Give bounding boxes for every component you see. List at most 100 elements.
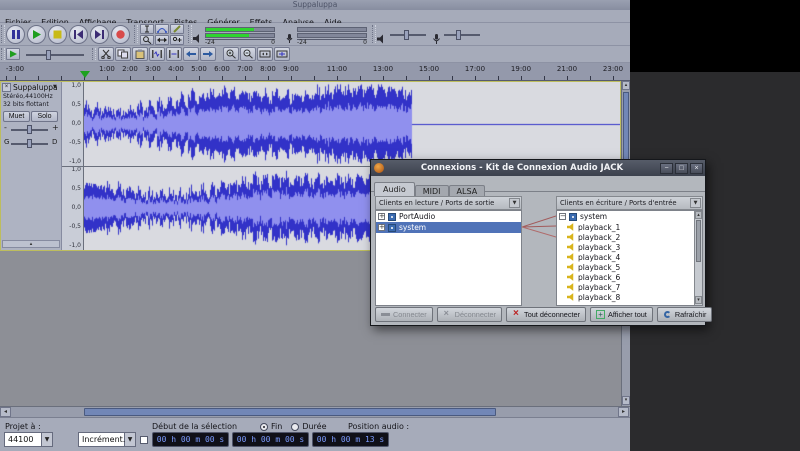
zoom-out-button[interactable]: [240, 47, 256, 61]
horizontal-scrollbar[interactable]: ◂ ▸: [0, 406, 630, 417]
playback-speed-slider[interactable]: [26, 54, 84, 56]
scrollbar-thumb[interactable]: [696, 220, 701, 262]
playback-meter[interactable]: -24 0: [193, 25, 277, 45]
port-row-playback_3[interactable]: playback_3: [557, 242, 702, 252]
input-volume-thumb[interactable]: [456, 30, 461, 40]
tab-audio[interactable]: Audio: [374, 182, 415, 196]
copy-button[interactable]: [115, 47, 131, 61]
chevron-down-icon[interactable]: ▼: [690, 198, 701, 208]
fit-selection-button[interactable]: [257, 47, 273, 61]
jack-titlebar[interactable]: Connexions - Kit de Connexion Audio JACK…: [371, 160, 705, 176]
port-row-playback_4[interactable]: playback_4: [557, 252, 702, 262]
expander-icon[interactable]: +: [378, 224, 385, 231]
track-name[interactable]: Suppaluppa: [13, 83, 58, 92]
selection-end-field[interactable]: 00 h 00 m 00 s: [232, 432, 309, 447]
amplitude-label: 1,0: [62, 166, 81, 174]
time-shift-tool-button[interactable]: [155, 35, 169, 45]
toolbar-grip[interactable]: [92, 48, 96, 60]
scroll-right-button[interactable]: ▸: [618, 407, 629, 417]
radio-fin[interactable]: Fin: [260, 422, 282, 431]
readable-clients-list[interactable]: +PortAudio+system: [375, 210, 522, 306]
show-all-button[interactable]: Afficher tout: [590, 307, 653, 322]
scroll-down-button[interactable]: ▾: [695, 296, 702, 304]
toolbar-grip[interactable]: [134, 25, 138, 43]
recording-meter[interactable]: -24 0: [285, 25, 369, 45]
redo-button[interactable]: [200, 47, 216, 61]
expander-icon[interactable]: −: [559, 213, 566, 220]
track-close-button[interactable]: ×: [2, 83, 11, 92]
horizontal-scrollbar-thumb[interactable]: [84, 408, 496, 416]
solo-button[interactable]: Solo: [31, 111, 58, 122]
toolbar-grip[interactable]: [188, 25, 192, 43]
expander-icon[interactable]: +: [378, 213, 385, 220]
mute-button[interactable]: Muet: [3, 111, 30, 122]
record-button[interactable]: [111, 25, 130, 44]
selection-start-field[interactable]: 00 h 00 m 00 s: [152, 432, 229, 447]
port-row-playback_1[interactable]: playback_1: [557, 222, 702, 232]
snap-to-select[interactable]: Incrément... ▼: [78, 432, 136, 447]
close-button[interactable]: ×: [690, 163, 703, 174]
scroll-left-button[interactable]: ◂: [0, 407, 11, 417]
scroll-up-button[interactable]: ▴: [695, 211, 702, 219]
port-row-playback_5[interactable]: playback_5: [557, 262, 702, 272]
ruler-label: 15:00: [419, 65, 439, 73]
zoom-tool-button[interactable]: [140, 35, 154, 45]
disconnect-all-button[interactable]: Tout déconnecter: [506, 307, 586, 322]
draw-tool-button[interactable]: [170, 24, 184, 34]
multi-tool-button[interactable]: [170, 35, 184, 45]
ruler-label: 11:00: [327, 65, 347, 73]
scroll-up-button[interactable]: ▴: [622, 81, 630, 90]
skip-to-end-button[interactable]: [90, 25, 109, 44]
input-volume-slider[interactable]: [444, 34, 480, 36]
writable-clients-list[interactable]: −systemplayback_1playback_2playback_3pla…: [556, 210, 703, 306]
port-row-playback_8[interactable]: playback_8: [557, 292, 702, 302]
skip-to-start-button[interactable]: [69, 25, 88, 44]
paste-button[interactable]: [132, 47, 148, 61]
play-button[interactable]: [27, 25, 46, 44]
playback-speed-thumb[interactable]: [46, 50, 51, 60]
pause-button[interactable]: [6, 25, 25, 44]
chevron-down-icon[interactable]: ▼: [509, 198, 520, 208]
track-menu-arrow-icon[interactable]: ▼: [53, 84, 57, 90]
timeline-ruler[interactable]: -3:001:002:003:004:005:006:007:008:009:0…: [0, 63, 630, 81]
connect-button[interactable]: Connecter: [375, 307, 433, 322]
port-row-playback_7[interactable]: playback_7: [557, 282, 702, 292]
client-row-system[interactable]: +system: [376, 222, 521, 233]
audio-position-field[interactable]: 00 h 00 m 13 s: [312, 432, 389, 447]
output-volume-thumb[interactable]: [404, 30, 409, 40]
stop-button[interactable]: [48, 25, 67, 44]
toolbar-grip[interactable]: [1, 25, 5, 43]
play-at-speed-button[interactable]: [6, 48, 20, 60]
writable-list-scrollbar[interactable]: ▴ ▾: [694, 211, 702, 305]
project-rate-select[interactable]: 44100 ▼: [4, 432, 53, 447]
port-row-playback_2[interactable]: playback_2: [557, 232, 702, 242]
playhead-indicator[interactable]: [80, 71, 90, 78]
client-row-portaudio[interactable]: +PortAudio: [376, 211, 521, 222]
selection-tool-button[interactable]: [140, 24, 154, 34]
silence-audio-button[interactable]: [166, 47, 182, 61]
zoom-in-button[interactable]: [223, 47, 239, 61]
toolbar-grip[interactable]: [372, 25, 376, 43]
port-row-playback_6[interactable]: playback_6: [557, 272, 702, 282]
scroll-down-button[interactable]: ▾: [622, 396, 630, 405]
refresh-button[interactable]: Rafraîchir: [657, 307, 713, 322]
cut-button[interactable]: [98, 47, 114, 61]
undo-button[interactable]: [183, 47, 199, 61]
gain-slider-thumb[interactable]: [27, 125, 32, 134]
writable-clients-header[interactable]: Clients en écriture / Ports d'entrée ▼: [556, 196, 703, 210]
audacity-titlebar[interactable]: Suppaluppa: [0, 0, 630, 10]
disconnect-button[interactable]: Déconnecter: [437, 307, 502, 322]
pan-slider-thumb[interactable]: [27, 139, 32, 148]
maximize-button[interactable]: □: [675, 163, 688, 174]
envelope-tool-button[interactable]: [155, 24, 169, 34]
readable-clients-header[interactable]: Clients en lecture / Ports de sortie ▼: [375, 196, 522, 210]
fit-project-button[interactable]: [274, 47, 290, 61]
track-collapse-button[interactable]: ▴: [2, 240, 60, 248]
toolbar-grip[interactable]: [1, 48, 5, 60]
client-icon: [388, 224, 396, 232]
trim-audio-button[interactable]: [149, 47, 165, 61]
snap-checkbox[interactable]: [140, 436, 148, 444]
radio-duree[interactable]: Durée: [291, 422, 326, 431]
client-row-system[interactable]: −system: [557, 211, 702, 222]
ruler-label: 1:00: [99, 65, 115, 73]
